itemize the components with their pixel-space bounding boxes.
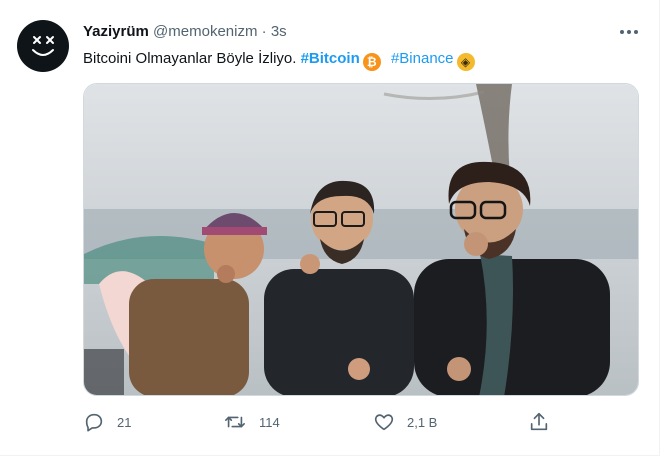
author-handle[interactable]: @memokenizm [153,23,257,40]
like-button[interactable]: 2,1 B [373,408,437,436]
share-icon [530,412,548,431]
avatar-face-icon [32,36,54,56]
author-name[interactable]: Yaziyrüm [83,23,149,40]
reply-count: 21 [117,414,132,430]
retweet-count: 114 [259,414,280,430]
tweet-time[interactable]: 3s [271,23,287,40]
reply-button[interactable]: 21 [83,408,131,436]
separator-dot: · [261,23,267,40]
hashtag-binance[interactable]: #Binance [391,50,454,67]
tweet-photo[interactable] [83,83,639,396]
retweet-icon [225,416,245,428]
bitcoin-emoji-icon: ₿ [362,53,381,71]
tweet-actions: 21 114 2,1 B [83,408,563,436]
tweet-body: Bitcoini Olmayanlar Böyle İzliyo. [83,50,297,67]
retweet-button[interactable]: 114 [223,408,280,436]
share-button[interactable] [528,408,562,436]
heart-icon [374,414,394,431]
binance-emoji-icon: ◈ [456,53,475,71]
hashtag-bitcoin[interactable]: #Bitcoin [301,50,360,67]
tweet-header: Yaziyrüm @memokenizm · 3s [83,22,287,42]
reply-icon [85,413,103,432]
like-count: 2,1 B [407,414,438,430]
avatar[interactable] [17,20,69,72]
tweet-text: Bitcoini Olmayanlar Böyle İzliyo. #Bitco… [83,48,475,71]
more-options-icon[interactable] [614,20,644,44]
tweet[interactable]: Yaziyrüm @memokenizm · 3s Bitcoini Olmay… [0,0,660,456]
photo-illustration [84,84,638,395]
